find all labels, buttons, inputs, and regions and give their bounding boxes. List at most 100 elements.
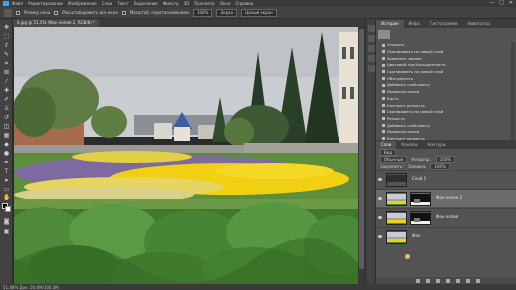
menu-type[interactable]: Текст bbox=[117, 0, 129, 7]
move-icon[interactable]: ✥ bbox=[3, 25, 10, 31]
quick-select-icon[interactable]: ✎ bbox=[3, 52, 10, 58]
fill-screen-button[interactable]: Целый экран bbox=[241, 8, 277, 17]
document-photo[interactable] bbox=[14, 27, 358, 285]
layer-thumbnail[interactable] bbox=[386, 230, 407, 244]
screen-mode-icon[interactable]: ▣ bbox=[3, 229, 10, 235]
menu-image[interactable]: Изображение bbox=[68, 0, 97, 7]
zoom-100-button[interactable]: 100% bbox=[192, 8, 213, 17]
tab-layers[interactable]: Слои bbox=[376, 141, 397, 149]
layer-thumbnail[interactable] bbox=[386, 173, 407, 187]
layer-name[interactable]: Фон копия bbox=[436, 214, 458, 219]
dodge-icon[interactable]: ● bbox=[3, 151, 10, 157]
document-tab[interactable]: 6.jpg @ 51,5% (Фон копия 2, RGB/8) * bbox=[13, 19, 100, 27]
history-item[interactable]: Скопировать на новый слой bbox=[376, 109, 510, 116]
layer-thumbnail[interactable] bbox=[386, 211, 407, 225]
history-item[interactable]: Добавить слой-маску bbox=[376, 122, 510, 129]
resize-windows-checkbox[interactable] bbox=[16, 10, 20, 15]
tab-navigator[interactable]: Навигатор bbox=[463, 20, 495, 28]
add-mask-icon[interactable] bbox=[436, 278, 440, 283]
marquee-icon[interactable]: ⬚ bbox=[3, 34, 10, 40]
history-item[interactable]: Обесцветить bbox=[376, 75, 510, 82]
gradient-icon[interactable]: ▦ bbox=[3, 133, 10, 139]
scrollbar-thumb[interactable] bbox=[359, 29, 364, 269]
opacity-input[interactable]: 100% bbox=[435, 156, 456, 163]
panel-brush-icon[interactable] bbox=[368, 45, 375, 52]
layer-mask-thumbnail[interactable] bbox=[410, 192, 431, 206]
layer-visibility-eye-icon[interactable] bbox=[378, 235, 382, 238]
panel-properties-icon[interactable] bbox=[368, 35, 375, 42]
healing-icon[interactable]: ✚ bbox=[3, 88, 10, 94]
layer-row[interactable]: Фон bbox=[376, 227, 516, 245]
history-item[interactable]: Цветовой тон/Насыщенность bbox=[376, 62, 510, 69]
layer-row[interactable]: Фон копия 2 bbox=[376, 189, 516, 207]
history-snapshot-thumbnail[interactable] bbox=[378, 30, 390, 39]
history-scrollbar[interactable] bbox=[511, 42, 515, 142]
layer-row[interactable]: Слой 1 bbox=[376, 170, 516, 188]
layer-visibility-eye-icon[interactable] bbox=[378, 178, 382, 181]
minimize-button[interactable]: — bbox=[489, 1, 494, 6]
adjustment-layer-icon[interactable] bbox=[446, 278, 450, 283]
layer-thumbnail[interactable] bbox=[386, 192, 407, 206]
panel-adjustments-icon[interactable] bbox=[368, 55, 375, 62]
layer-visibility-eye-icon[interactable] bbox=[378, 197, 382, 200]
scrubby-zoom-checkbox[interactable] bbox=[121, 10, 126, 15]
history-item[interactable]: Контраст резкость bbox=[376, 102, 510, 109]
tab-history[interactable]: История bbox=[376, 20, 404, 28]
layer-name[interactable]: Фон копия 2 bbox=[436, 195, 462, 200]
hand-icon[interactable]: ✋ bbox=[3, 195, 10, 201]
tab-histogram[interactable]: Гистограмма bbox=[425, 20, 463, 28]
close-button[interactable]: ✕ bbox=[509, 1, 513, 6]
menu-3d[interactable]: 3D bbox=[184, 0, 190, 7]
layer-visibility-eye-icon[interactable] bbox=[378, 216, 382, 219]
menu-window[interactable]: Окно bbox=[220, 0, 231, 7]
shape-icon[interactable]: ▭ bbox=[3, 187, 10, 193]
zoom-all-checkbox[interactable] bbox=[54, 10, 59, 15]
layer-name[interactable]: Фон bbox=[412, 233, 421, 238]
background-color-swatch[interactable] bbox=[5, 206, 11, 212]
delete-layer-icon[interactable] bbox=[476, 278, 480, 283]
layer-kind-select[interactable]: Вид bbox=[380, 149, 397, 156]
fill-input[interactable]: 100% bbox=[430, 163, 450, 170]
tab-info[interactable]: Инфо bbox=[404, 20, 425, 28]
eyedropper-icon[interactable]: ⁄ bbox=[3, 79, 10, 85]
fit-screen-button[interactable]: Экран bbox=[216, 8, 238, 17]
new-layer-icon[interactable] bbox=[466, 278, 470, 283]
history-item[interactable]: Инверсия маски bbox=[376, 129, 510, 136]
zoom-tool-icon[interactable] bbox=[4, 8, 12, 17]
tab-channels[interactable]: Каналы bbox=[396, 141, 422, 149]
menu-layers[interactable]: Слои bbox=[102, 0, 112, 7]
link-layers-icon[interactable] bbox=[416, 278, 420, 283]
quick-mask-icon[interactable]: ◙ bbox=[3, 219, 10, 225]
frame-icon[interactable]: ⊠ bbox=[3, 70, 10, 76]
history-item[interactable]: Добавить слой-маску bbox=[376, 82, 510, 89]
canvas-area[interactable] bbox=[13, 27, 365, 285]
menu-select[interactable]: Выделение bbox=[134, 0, 158, 7]
history-brush-icon[interactable]: ↺ bbox=[3, 115, 10, 121]
brush-icon[interactable]: ✐ bbox=[3, 97, 10, 103]
lasso-icon[interactable]: ℓ bbox=[3, 43, 10, 49]
history-item[interactable]: Скопировать на новый слой bbox=[376, 69, 510, 76]
eraser-icon[interactable]: ◫ bbox=[3, 124, 10, 130]
layer-style-icon[interactable] bbox=[426, 278, 430, 283]
blend-mode-select[interactable]: Обычные bbox=[380, 156, 408, 163]
new-group-icon[interactable] bbox=[456, 278, 460, 283]
canvas-vertical-scrollbar[interactable] bbox=[358, 27, 365, 284]
history-item[interactable]: Кисть bbox=[376, 96, 510, 103]
blur-icon[interactable]: ◆ bbox=[3, 142, 10, 148]
menu-view[interactable]: Просмотр bbox=[194, 0, 215, 7]
history-item[interactable]: Резкость bbox=[376, 116, 510, 123]
menu-filter[interactable]: Фильтр bbox=[163, 0, 179, 7]
menu-edit[interactable]: Редактирование bbox=[28, 0, 63, 7]
history-item[interactable]: Открыть bbox=[376, 42, 510, 49]
layer-name[interactable]: Слой 1 bbox=[412, 176, 426, 181]
maximize-button[interactable]: □ bbox=[499, 1, 504, 6]
tab-paths[interactable]: Контуры bbox=[422, 141, 450, 149]
panel-swatches-icon[interactable] bbox=[368, 65, 375, 72]
panel-history-icon[interactable] bbox=[368, 25, 375, 32]
layer-mask-thumbnail[interactable] bbox=[410, 211, 431, 225]
history-item[interactable]: Скопировать на новый слой bbox=[376, 49, 510, 56]
pen-icon[interactable]: ✒ bbox=[3, 160, 10, 166]
type-icon[interactable]: T bbox=[3, 169, 10, 175]
path-select-icon[interactable]: ➤ bbox=[3, 178, 10, 184]
history-item[interactable]: Инверсия маски bbox=[376, 89, 510, 96]
